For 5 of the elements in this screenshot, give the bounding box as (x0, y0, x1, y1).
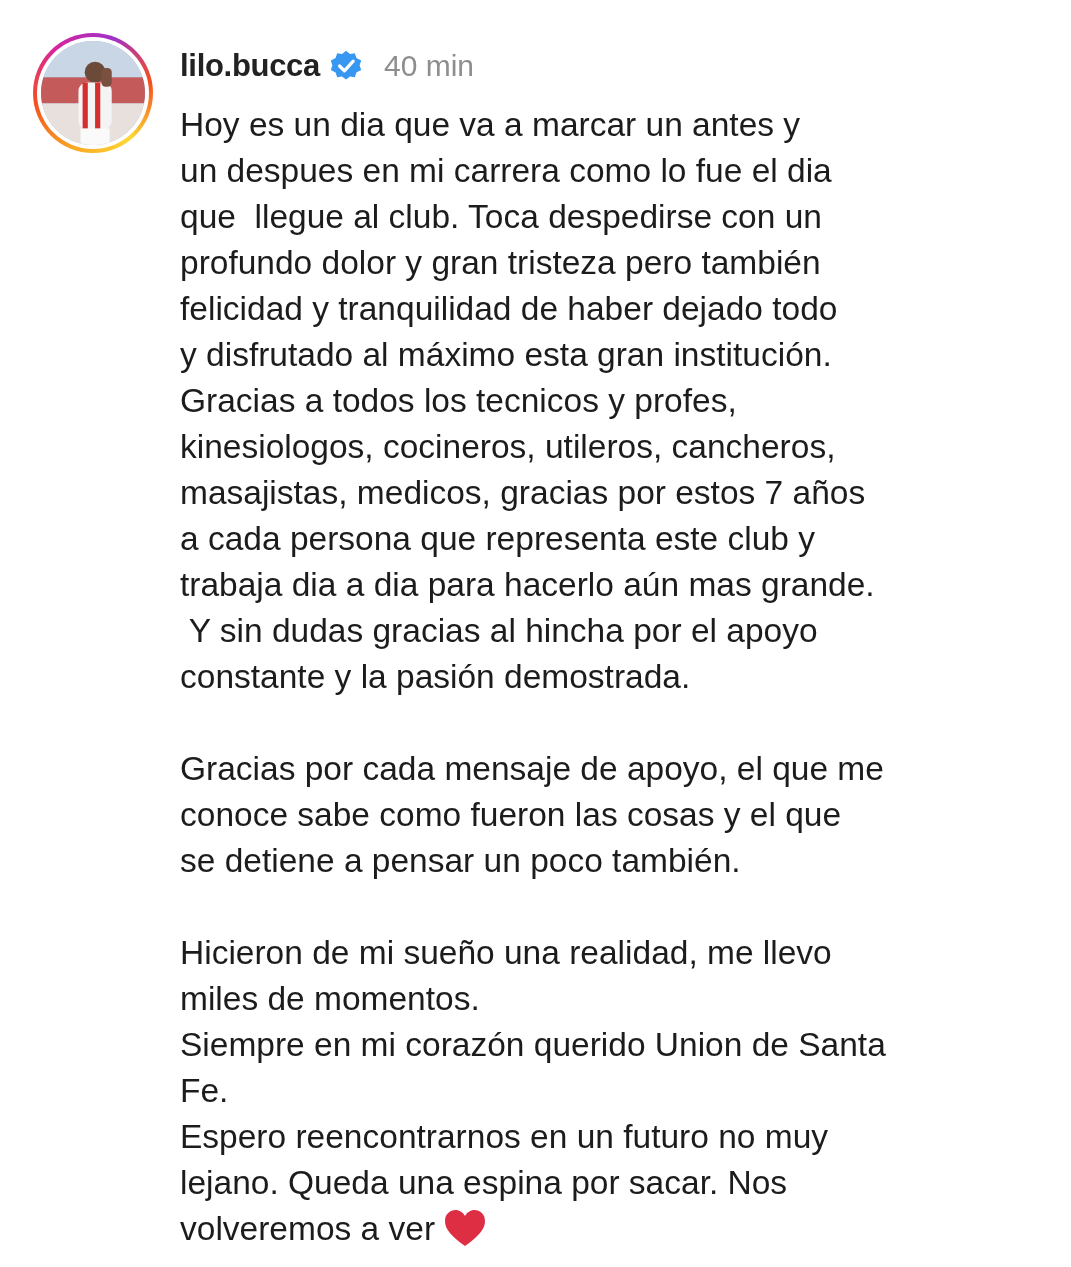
caption-paragraph: Hicieron de mi sueño una realidad, me llevo miles de momentos. Siempre en mi corazón querido Union de Santa Fe. Espero reencontrarnos en un futuro no muy lejano. Queda una espina por sacar. Nos volveremos a ver (180, 933, 886, 1250)
username[interactable]: lilo.bucca (180, 48, 320, 84)
caption-paragraph: Gracias por cada mensaje de apoyo, el que me conoce sabe como fueron las cosas y el que se detiene a pensar un poco también. (180, 749, 884, 881)
post-time: 40 min (384, 49, 475, 83)
caption-paragraph: Hoy es un dia que va a marcar un antes y un despues en mi carrera como lo fue el dia que llegue al club. Toca despedirse con un profundo dolor y gran tristeza pero también felicidad y tranquilidad de haber dejado todo y disfrutado al máximo esta gran institución. Gracias a todos los tecnicos y profes, kinesiologos, cocineros, utileros, cancheros, masajistas, medicos, gracias por estos 7 años a cada persona que representa este club y trabaja dia a dia para hacerlo aún mas grande. Y sin dudas gracias al hincha por el apoyo constante y la pasión demostrada. (180, 105, 875, 697)
